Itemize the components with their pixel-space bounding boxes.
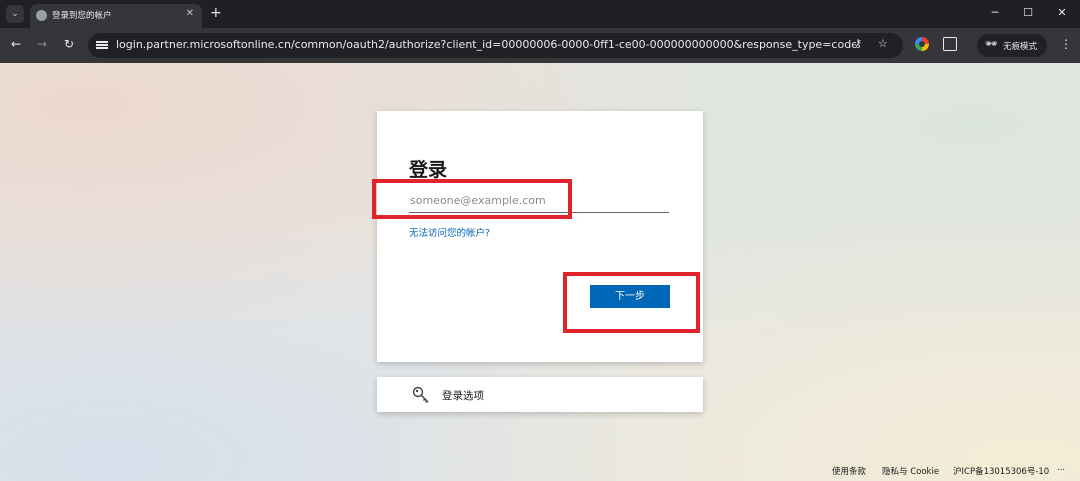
- password-key-icon[interactable]: ⚷: [854, 37, 862, 50]
- tab-search-icon[interactable]: ⌄: [6, 5, 24, 23]
- forward-icon[interactable]: →: [34, 37, 50, 51]
- next-button[interactable]: 下一步: [590, 285, 670, 308]
- reload-icon[interactable]: ↻: [61, 37, 77, 51]
- active-tab[interactable]: 登录到您的帐户 ✕: [30, 4, 202, 28]
- footer-more-icon[interactable]: ...: [1057, 463, 1065, 473]
- signin-card: 登录 无法访问您的帐户? 下一步: [377, 111, 703, 362]
- bookmark-star-icon[interactable]: ☆: [878, 37, 888, 50]
- page-title: 登录: [409, 159, 448, 181]
- extensions-puzzle-icon[interactable]: [943, 37, 957, 51]
- back-icon[interactable]: ←: [8, 37, 24, 51]
- browser-menu-icon[interactable]: ⋮: [1060, 37, 1072, 51]
- site-info-icon[interactable]: [96, 39, 108, 51]
- close-icon[interactable]: ✕: [186, 8, 194, 19]
- browser-toolbar: ← → ↻ login.partner.microsoftonline.cn/c…: [0, 28, 1080, 63]
- url-text[interactable]: login.partner.microsoftonline.cn/common/…: [116, 38, 856, 51]
- maximize-icon[interactable]: ☐: [1018, 3, 1038, 23]
- key-icon: [412, 386, 429, 403]
- signin-options-button[interactable]: 登录选项: [377, 377, 703, 412]
- minimize-icon[interactable]: ─: [985, 3, 1005, 23]
- terms-link[interactable]: 使用条款: [832, 465, 866, 477]
- icp-license: 沪ICP备13015306号-10: [953, 467, 1050, 477]
- address-bar[interactable]: login.partner.microsoftonline.cn/common/…: [88, 33, 903, 58]
- privacy-cookie-link[interactable]: 隐私与 Cookie: [882, 465, 939, 477]
- email-input[interactable]: [409, 189, 669, 213]
- signin-options-label: 登录选项: [442, 390, 484, 402]
- tab-bar: ⌄ 登录到您的帐户 ✕ + ─ ☐ ✕: [0, 0, 1080, 28]
- window-close-icon[interactable]: ✕: [1052, 3, 1072, 23]
- cant-access-account-link[interactable]: 无法访问您的帐户?: [409, 225, 490, 239]
- globe-icon: [36, 10, 47, 21]
- incognito-indicator[interactable]: 🕶 无痕模式: [977, 34, 1047, 57]
- tab-title: 登录到您的帐户: [52, 11, 112, 21]
- page-background: 登录 无法访问您的帐户? 下一步 登录选项 使用条款 隐私与 Cookie 沪I…: [0, 63, 1080, 481]
- extension-color-icon[interactable]: [915, 37, 929, 51]
- incognito-label: 无痕模式: [1003, 42, 1038, 52]
- incognito-icon: 🕶: [985, 39, 998, 50]
- new-tab-icon[interactable]: +: [210, 4, 222, 22]
